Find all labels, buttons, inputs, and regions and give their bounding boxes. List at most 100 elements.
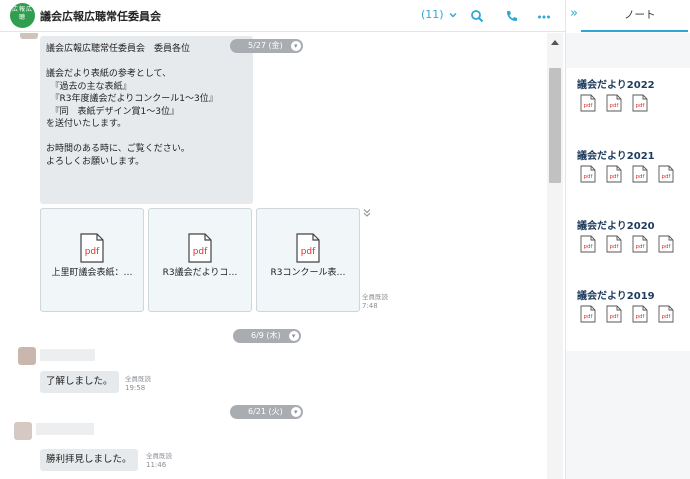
message-bubble[interactable]: 勝利拝見しました。 <box>40 449 138 471</box>
chat-header: 広報広聴 議会広報広聴常任委員会 (11) <box>0 0 565 32</box>
pdf-file-icon[interactable]: pdf <box>658 305 674 323</box>
pdf-label: pdf <box>301 247 316 257</box>
message-bubble[interactable]: 議会広報広聴常任委員会 委員各位 議会だより表紙の参考として、 『過去の主な表紙… <box>40 36 253 204</box>
pdf-label: pdf <box>584 174 594 180</box>
pdf-label: pdf <box>636 314 646 320</box>
pdf-file-icon[interactable]: pdf <box>580 235 596 253</box>
chevron-down-icon: ▾ <box>290 41 301 51</box>
note-title: 議会だより2020 <box>577 221 655 232</box>
message-line: 議会だより表紙の参考として、 <box>46 69 172 79</box>
group-avatar[interactable]: 広報広聴 <box>10 3 35 28</box>
pdf-label: pdf <box>636 244 646 250</box>
pdf-file-icon: pdf <box>296 233 320 263</box>
read-receipt: 全員既読 11:46 <box>146 452 172 470</box>
vertical-scrollbar[interactable] <box>547 33 563 479</box>
tab-notes[interactable]: ノート <box>624 7 656 22</box>
avatar[interactable] <box>18 347 36 365</box>
read-receipt: 全員既読 7:48 <box>362 293 388 311</box>
pdf-label: pdf <box>662 174 672 180</box>
pdf-file-icon[interactable]: pdf <box>606 94 622 112</box>
note-item[interactable]: 議会だより2022 pdf pdf pdf <box>577 76 687 112</box>
chevron-down-icon <box>449 13 457 18</box>
message-line <box>46 131 247 144</box>
scroll-thumb[interactable] <box>549 68 561 183</box>
pdf-file-icon[interactable]: pdf <box>632 165 648 183</box>
note-item[interactable]: 議会だより2020 pdf pdf pdf pdf <box>577 217 687 253</box>
chat-app-window: 広報広聴 議会広報広聴常任委員会 (11) 議会広報広聴常任委員会 委員各位 議… <box>0 0 690 479</box>
message-line: よろしくお願いします。 <box>46 156 145 167</box>
pdf-label: pdf <box>636 103 646 109</box>
sender-name <box>36 423 94 435</box>
pdf-file-icon[interactable]: pdf <box>658 235 674 253</box>
note-panel-header: » ノート <box>566 0 690 33</box>
pdf-label: pdf <box>193 247 208 257</box>
file-attachment-card[interactable]: pdf R3コンクール表… <box>256 208 360 312</box>
pdf-label: pdf <box>610 244 620 250</box>
pdf-file-icon[interactable]: pdf <box>580 165 596 183</box>
pdf-file-icon: pdf <box>80 233 104 263</box>
message-line: 『同 表紙デザイン賞1～3位』 <box>46 106 179 117</box>
file-attachment-card[interactable]: pdf 上里町議会表紙：… <box>40 208 144 312</box>
date-label: 5/27 (金) <box>248 41 283 50</box>
date-label: 6/9 (木) <box>251 331 281 340</box>
message-time: 19:58 <box>125 384 146 392</box>
message-time: 7:48 <box>362 302 378 310</box>
read-status-label: 全員既読 <box>125 375 151 383</box>
note-item[interactable]: 議会だより2021 pdf pdf pdf pdf <box>577 147 687 183</box>
pdf-label: pdf <box>584 244 594 250</box>
member-count-button[interactable]: (11) <box>421 8 457 21</box>
pdf-label: pdf <box>85 247 100 257</box>
message-line: 議会広報広聴常任委員会 委員各位 <box>46 44 191 54</box>
pdf-file-icon[interactable]: pdf <box>580 305 596 323</box>
message-bubble[interactable]: 了解しました。 <box>40 371 119 393</box>
pdf-file-icon: pdf <box>188 233 212 263</box>
note-panel: » ノート 議会だより2022 pdf pdf pdf 議会だより2021 pdf pdf p… <box>565 0 690 479</box>
chevron-down-icon: ▾ <box>288 331 299 341</box>
note-title: 議会だより2022 <box>577 80 655 91</box>
message-line: を送付いたします。 <box>46 119 127 129</box>
date-separator[interactable]: 6/9 (木) ▾ <box>233 329 301 343</box>
pdf-file-icon[interactable]: pdf <box>632 94 648 112</box>
pdf-file-icon[interactable]: pdf <box>632 305 648 323</box>
pdf-label: pdf <box>662 244 672 250</box>
message-line: お時間のある時に、ご覧ください。 <box>46 144 190 154</box>
pdf-label: pdf <box>584 103 594 109</box>
note-item[interactable]: 議会だより2019 pdf pdf pdf pdf <box>577 287 687 323</box>
avatar[interactable] <box>20 33 38 39</box>
pdf-file-icon[interactable]: pdf <box>632 235 648 253</box>
pdf-label: pdf <box>636 174 646 180</box>
pdf-file-icon[interactable]: pdf <box>606 165 622 183</box>
note-title: 議会だより2021 <box>577 151 655 162</box>
group-title: 議会広報広聴常任委員会 <box>40 10 161 23</box>
scroll-up-arrow-icon[interactable] <box>551 40 559 45</box>
file-name: R3コンクール表… <box>270 268 346 278</box>
read-receipt: 全員既読 19:58 <box>125 375 151 393</box>
read-status-label: 全員既読 <box>362 293 388 301</box>
file-name: R3議会だよりコ… <box>162 268 238 278</box>
message-line <box>46 56 247 69</box>
date-label: 6/21 (火) <box>248 407 283 416</box>
message-list[interactable]: 議会広報広聴常任委員会 委員各位 議会だより表紙の参考として、 『過去の主な表紙… <box>0 33 547 479</box>
pdf-label: pdf <box>610 314 620 320</box>
file-attachment-card[interactable]: pdf R3議会だよりコ… <box>148 208 252 312</box>
sender-name <box>40 349 95 361</box>
pdf-label: pdf <box>662 314 672 320</box>
active-tab-indicator <box>581 30 688 32</box>
search-icon[interactable] <box>470 9 484 23</box>
double-chevron-down-icon[interactable] <box>362 208 372 218</box>
pdf-file-icon[interactable]: pdf <box>606 305 622 323</box>
note-title: 議会だより2019 <box>577 291 655 302</box>
date-separator[interactable]: 5/27 (金) ▾ <box>230 39 303 53</box>
avatar[interactable] <box>14 422 32 440</box>
note-list: 議会だより2022 pdf pdf pdf 議会だより2021 pdf pdf pdf pdf 議… <box>566 68 690 351</box>
chevron-down-icon: ▾ <box>290 407 301 417</box>
double-chevron-right-icon[interactable]: » <box>570 6 578 21</box>
pdf-file-icon[interactable]: pdf <box>580 94 596 112</box>
pdf-file-icon[interactable]: pdf <box>658 165 674 183</box>
pdf-label: pdf <box>610 174 620 180</box>
pdf-file-icon[interactable]: pdf <box>606 235 622 253</box>
more-icon[interactable] <box>537 9 551 23</box>
phone-icon[interactable] <box>505 9 519 23</box>
date-separator[interactable]: 6/21 (火) ▾ <box>230 405 303 419</box>
pdf-label: pdf <box>610 103 620 109</box>
